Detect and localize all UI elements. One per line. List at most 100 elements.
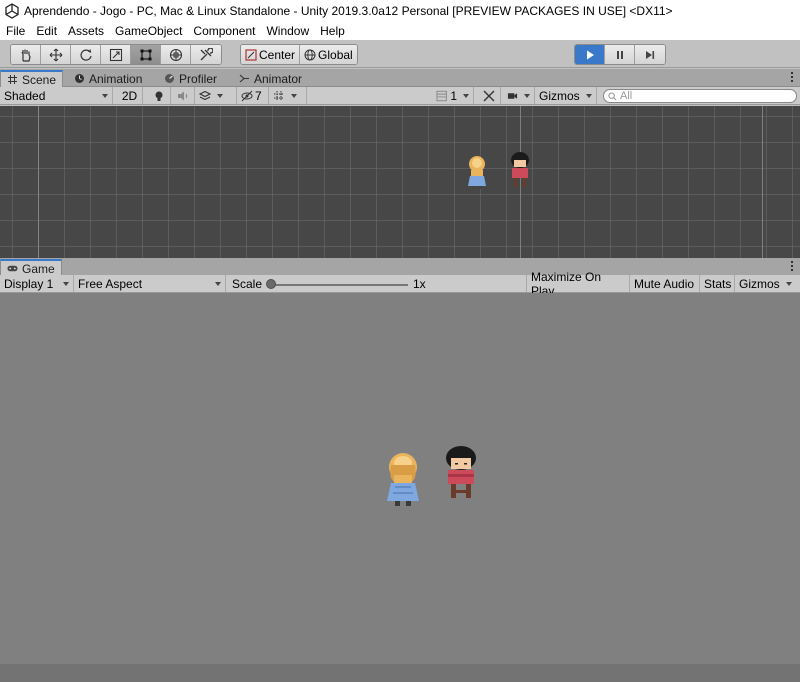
unity-logo-icon [5, 3, 19, 19]
game-panel-menu-icon[interactable] [791, 261, 794, 272]
layers-dropdown[interactable]: 1 [432, 87, 474, 104]
scene-gizmos-dropdown[interactable]: Gizmos [535, 87, 597, 104]
tab-game[interactable]: Game [0, 259, 62, 276]
pivot-center-icon [245, 48, 257, 61]
gamepad-icon [7, 265, 18, 272]
aspect-dropdown[interactable]: Free Aspect [74, 275, 226, 292]
layers-icon [436, 90, 447, 101]
window-title: Aprendendo - Jogo - PC, Mac & Linux Stan… [24, 4, 673, 18]
menu-window[interactable]: Window [266, 24, 309, 38]
scale-slider-track[interactable] [268, 284, 408, 286]
pivot-mode-label: Center [259, 47, 296, 62]
rect-tool-button[interactable] [131, 45, 161, 64]
hash-icon [8, 75, 17, 84]
menu-component[interactable]: Component [193, 24, 255, 38]
chevron-down-icon [63, 281, 69, 286]
mode-2d-toggle[interactable]: 2D [117, 87, 143, 104]
audio-toggle[interactable] [171, 87, 195, 104]
tab-profiler[interactable]: Profiler [158, 70, 223, 87]
scene-viewport[interactable] [0, 106, 800, 258]
mode-2d-label: 2D [121, 88, 138, 103]
scale-tool-button[interactable] [101, 45, 131, 64]
hand-icon [20, 49, 31, 62]
hidden-count: 7 [255, 88, 262, 103]
tab-animator[interactable]: Animator [233, 70, 308, 87]
girl-sprite-scene [468, 156, 486, 189]
grid-dropdown[interactable] [269, 87, 307, 104]
camera-dropdown[interactable] [503, 87, 535, 104]
game-control-bar: Display 1 Free Aspect Scale 1x Maximize … [0, 270, 800, 298]
transform-tool-button[interactable] [161, 45, 191, 64]
scene-axis-line [38, 106, 39, 258]
layers-stack-icon [199, 90, 211, 100]
play-button[interactable] [575, 45, 605, 64]
lightbulb-icon [155, 91, 162, 101]
shading-mode-label: Shaded [4, 88, 46, 103]
animation-clock-icon [75, 74, 84, 83]
rotate-icon [79, 48, 92, 61]
camera-icon [507, 92, 518, 99]
mute-label: Mute Audio [634, 276, 695, 291]
game-gizmos-dropdown[interactable]: Gizmos [735, 275, 800, 292]
search-icon [608, 91, 617, 100]
step-button[interactable] [635, 45, 665, 64]
game-gizmos-label: Gizmos [739, 276, 780, 291]
play-controls [574, 44, 666, 65]
scene-control-bar: Shaded 2D 7 1 Gizmos All [0, 87, 800, 105]
menu-help[interactable]: Help [320, 24, 345, 38]
menu-assets[interactable]: Assets [68, 24, 104, 38]
pivot-rotation-button[interactable]: Global [300, 45, 357, 64]
scene-panel-menu-icon[interactable] [791, 72, 794, 83]
tab-scene[interactable]: Scene [0, 70, 64, 87]
chevron-down-icon [217, 93, 223, 98]
grid-icon [274, 90, 284, 101]
pause-icon [616, 50, 623, 59]
shading-mode-dropdown[interactable]: Shaded [0, 87, 113, 104]
main-toolbar: Center Global [0, 40, 800, 68]
menu-gameobject[interactable]: GameObject [115, 24, 182, 38]
scene-search-input[interactable]: All [603, 89, 797, 103]
maximize-on-play-toggle[interactable]: Maximize On Play [526, 270, 630, 298]
hand-tool-button[interactable] [11, 45, 41, 64]
chevron-down-icon [215, 281, 221, 286]
tab-animation[interactable]: Animation [68, 70, 148, 87]
wrench-icon [200, 47, 213, 60]
rect-tool-icon [140, 49, 151, 60]
menu-file[interactable]: File [6, 24, 25, 38]
game-viewport[interactable] [0, 293, 800, 664]
aspect-label: Free Aspect [78, 276, 143, 291]
scale-value: 1x [413, 277, 426, 291]
tools-settings-button[interactable] [477, 87, 501, 104]
game-bottom-strip [0, 664, 800, 682]
title-bar: Aprendendo - Jogo - PC, Mac & Linux Stan… [0, 0, 800, 22]
scale-slider-thumb[interactable] [266, 279, 276, 289]
custom-editor-tool-button[interactable] [191, 45, 221, 64]
hidden-objects-toggle[interactable]: 7 [237, 87, 269, 104]
lighting-toggle[interactable] [147, 87, 171, 104]
tab-animation-label: Animation [89, 71, 143, 86]
menu-bar: File Edit Assets GameObject Component Wi… [0, 22, 800, 40]
chevron-down-icon [585, 93, 592, 98]
effects-dropdown[interactable] [195, 87, 237, 104]
boy-sprite-game [446, 446, 476, 498]
chevron-down-icon [785, 281, 792, 286]
display-dropdown[interactable]: Display 1 [0, 275, 74, 292]
move-icon [49, 48, 62, 61]
transform-icon [169, 48, 182, 61]
rotate-tool-button[interactable] [71, 45, 101, 64]
layers-count: 1 [450, 88, 457, 103]
pause-button[interactable] [605, 45, 635, 64]
menu-edit[interactable]: Edit [36, 24, 57, 38]
tools-cross-icon [483, 90, 494, 101]
transform-tools [10, 44, 222, 65]
mute-audio-toggle[interactable]: Mute Audio [630, 275, 700, 292]
stats-toggle[interactable]: Stats [700, 275, 735, 292]
game-tab-strip: Game [0, 258, 800, 276]
girl-sprite-game [387, 453, 419, 506]
scale-icon [109, 48, 122, 61]
pivot-toggles: Center Global [240, 44, 358, 65]
move-tool-button[interactable] [41, 45, 71, 64]
scale-label: Scale [232, 276, 263, 291]
pivot-mode-button[interactable]: Center [241, 45, 301, 64]
scene-tab-strip: Scene Animation Profiler Animator [0, 69, 800, 87]
